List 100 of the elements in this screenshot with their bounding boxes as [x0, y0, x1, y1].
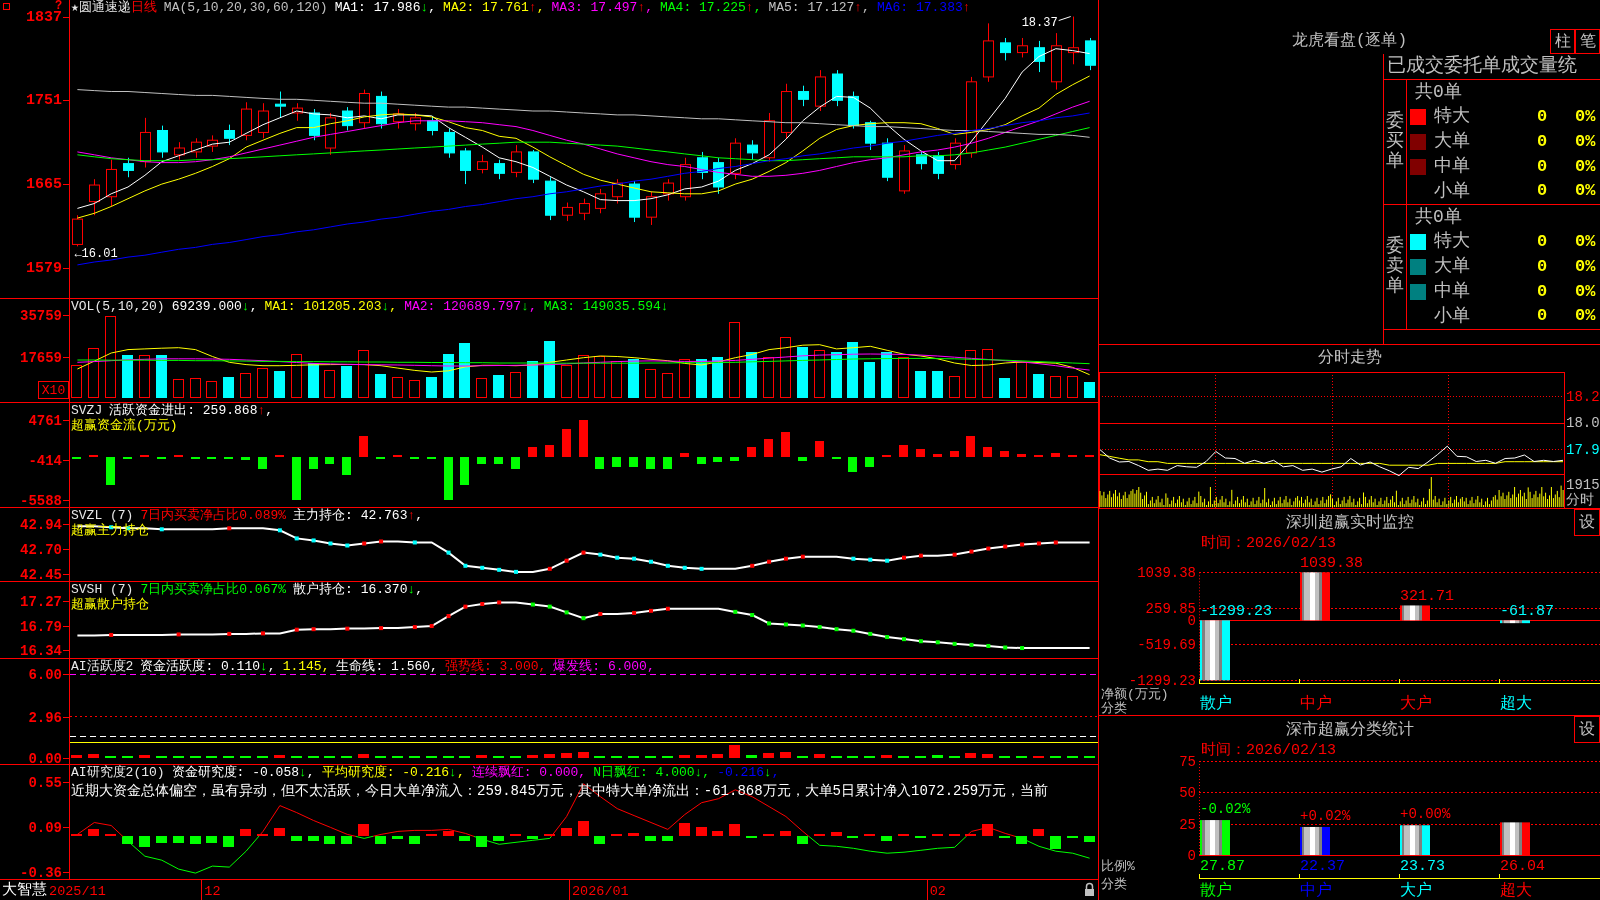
bar	[746, 352, 757, 398]
bar	[375, 836, 386, 844]
count-value: 0	[1535, 156, 1549, 177]
legend-entry: MA2: 17.761↑,	[443, 0, 545, 15]
bar	[561, 365, 572, 398]
legend-entry: MA1: 101205.203↓,	[264, 299, 398, 314]
point	[581, 616, 586, 621]
settings-button[interactable]: 设	[1574, 716, 1600, 743]
category-label: 散户	[1200, 695, 1232, 713]
time-label: 时间：2026/02/13	[1201, 741, 1336, 759]
point	[260, 631, 265, 636]
bar	[291, 354, 302, 398]
share-value: 0%	[1575, 131, 1596, 153]
bar	[578, 821, 589, 836]
bar	[662, 373, 673, 398]
count-value: 0	[1535, 131, 1549, 153]
bar	[645, 836, 656, 841]
point	[918, 639, 923, 644]
bar	[459, 836, 470, 841]
legend-entry: 连续飘红: 0.000,	[471, 765, 587, 780]
bar	[679, 823, 690, 836]
point	[514, 569, 519, 574]
point	[648, 608, 653, 613]
point	[632, 556, 637, 561]
point	[379, 626, 384, 631]
point	[429, 624, 434, 629]
point	[868, 557, 873, 562]
toolbar-button[interactable]: 柱	[1550, 29, 1575, 54]
bar	[342, 457, 351, 475]
bar	[1016, 362, 1027, 398]
bar	[308, 836, 319, 841]
axis-label: 50	[1179, 784, 1196, 801]
bar	[1033, 829, 1044, 836]
bar	[341, 836, 352, 844]
row-label: 大单	[1434, 131, 1471, 153]
point	[885, 635, 890, 640]
point	[969, 549, 974, 554]
bar	[612, 457, 621, 467]
point	[665, 563, 670, 568]
bar	[965, 350, 976, 398]
bar	[628, 359, 639, 398]
bar	[814, 350, 825, 398]
point	[767, 559, 772, 564]
legend-entry: 生命线: 1.560,	[336, 659, 438, 674]
bar	[291, 836, 302, 841]
legend-entry: 7日内买卖净占比0.067%	[140, 582, 287, 597]
point	[328, 541, 333, 546]
bar	[190, 836, 201, 844]
bar	[831, 352, 842, 398]
bar	[105, 316, 116, 398]
legend-entry: MA3: 149035.594↓	[543, 299, 669, 314]
bar	[156, 355, 167, 398]
settings-button[interactable]: 设	[1574, 509, 1600, 536]
bar	[444, 457, 453, 500]
point	[665, 606, 670, 611]
row-label: 特大	[1434, 231, 1471, 253]
vertical-label: 委卖单	[1386, 237, 1404, 297]
legend-title: SVZL (7)	[71, 508, 134, 523]
bar	[933, 454, 942, 457]
count-value: 0	[1535, 232, 1549, 253]
bar	[392, 836, 403, 839]
bar	[881, 836, 892, 841]
commentary-text: 近期大资金总体偏空，虽有异动，但不太活跃，今日大单净流入：259.845万元，其中特大单净流出：-61.868万元，大单5日累计净入1072.259万元，当前	[71, 782, 1049, 800]
point	[109, 632, 114, 637]
toolbar-button[interactable]: 笔	[1575, 29, 1600, 54]
bar	[476, 378, 487, 398]
value-label: 26.04	[1500, 857, 1545, 875]
legend-entry: MA5: 17.127↑,	[768, 0, 870, 15]
bar	[579, 420, 588, 457]
axis-label: 0.09	[28, 819, 62, 836]
bar	[594, 836, 605, 844]
point	[227, 631, 232, 636]
legend-entry: 69239.000↓,	[171, 299, 258, 314]
vertical-label: 委买单	[1386, 112, 1404, 172]
legend-entry: 资金研究度: -0.058↓,	[171, 765, 315, 780]
point	[868, 631, 873, 636]
point	[834, 627, 839, 632]
axis-title: 净额(万元)	[1101, 686, 1169, 702]
value-label: -1299.23	[1200, 602, 1272, 620]
bar	[864, 362, 875, 398]
point	[750, 563, 755, 568]
bar	[1033, 374, 1044, 398]
bar	[950, 451, 959, 457]
bar	[915, 371, 926, 398]
bar	[426, 377, 437, 398]
bar	[629, 457, 638, 467]
bar	[460, 457, 469, 485]
category-label: 大户	[1400, 882, 1432, 900]
table-title: 已成交委托单成交量统	[1384, 54, 1600, 80]
share-value: 0%	[1575, 306, 1596, 327]
bar	[848, 457, 857, 472]
point	[227, 526, 232, 531]
point	[345, 543, 350, 548]
legend-entry: 资金活跃度: 0.110↓,	[140, 659, 276, 674]
change-label: +0.00%	[1400, 806, 1451, 823]
caption-label: 分时	[1566, 492, 1594, 508]
legend-entry: 爆发线: 6.000,	[553, 659, 655, 674]
bar	[764, 439, 773, 457]
bar	[1000, 451, 1009, 457]
axis-title: 比例%	[1101, 858, 1135, 874]
